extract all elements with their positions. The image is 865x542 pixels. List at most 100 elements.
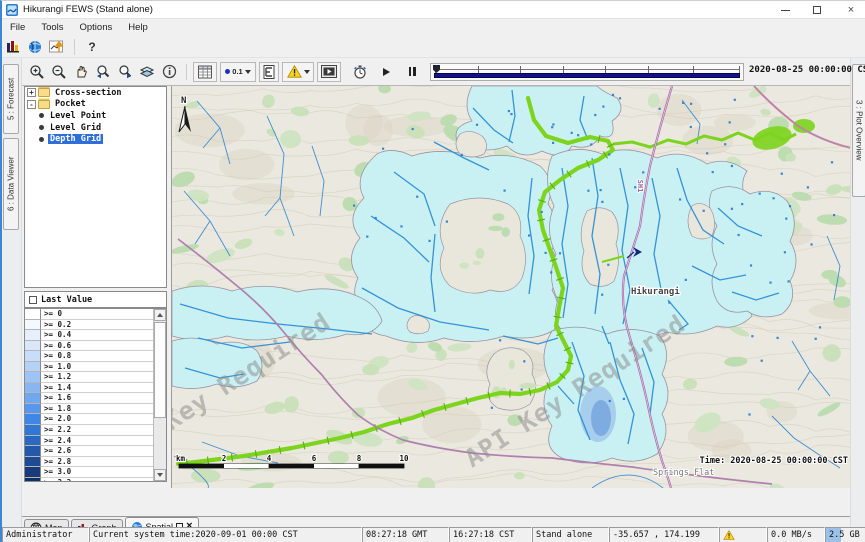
legend-row[interactable]: >= 1.4 [25, 383, 153, 394]
scale-bar-button[interactable] [259, 62, 279, 82]
tree-item[interactable]: + Cross-section [25, 87, 166, 99]
legend-row[interactable]: >= 0.4 [25, 330, 153, 341]
svg-text:10: 10 [399, 454, 409, 463]
layers-icon[interactable] [136, 62, 158, 82]
tab-plot-overview[interactable]: 3 : Plot Overview [852, 64, 865, 197]
close-button[interactable]: × [838, 1, 864, 19]
minimize-button[interactable] [772, 1, 798, 19]
status-warning-cell [719, 527, 767, 542]
legend-swatch [25, 309, 41, 320]
node-bullet-icon [39, 125, 44, 130]
status-local-time: 16:27:18 CST [449, 527, 532, 542]
legend-row[interactable]: >= 0.6 [25, 341, 153, 352]
legend-row[interactable]: >= 0.8 [25, 351, 153, 362]
scroll-up-icon[interactable] [154, 309, 166, 321]
legend-swatch [25, 414, 41, 425]
info-icon[interactable] [158, 62, 180, 82]
globe-icon[interactable] [24, 37, 46, 57]
tree-item[interactable]: Level Point [25, 110, 166, 122]
tree-item[interactable]: - Pocket [25, 99, 166, 111]
play-button[interactable] [375, 62, 397, 82]
legend-row[interactable]: >= 2.8 [25, 457, 153, 468]
legend-row[interactable]: >= 1.2 [25, 372, 153, 383]
legend-row[interactable]: >= 3.2 [25, 478, 153, 482]
warning-dropdown[interactable] [282, 62, 314, 82]
legend-swatch [25, 425, 41, 436]
tree-item-label[interactable]: Level Grid [48, 123, 103, 133]
legend-row[interactable]: >= 1.0 [25, 362, 153, 373]
legend-swatch [25, 330, 41, 341]
tab-forecast[interactable]: 5 : Forecast [3, 64, 19, 134]
zoom-previous-icon[interactable] [92, 62, 114, 82]
tree-item-label[interactable]: Level Point [48, 111, 108, 121]
collapse-icon[interactable]: - [27, 100, 36, 109]
zoom-next-icon[interactable] [114, 62, 136, 82]
expand-icon[interactable]: + [27, 88, 36, 97]
legend-row[interactable]: >= 2.6 [25, 446, 153, 457]
legend-swatch [25, 457, 41, 468]
legend-scrollbar[interactable] [153, 309, 166, 481]
scrollbar-thumb[interactable] [154, 322, 166, 418]
left-tab-strip: 5 : Forecast 6 : Data Viewer [2, 58, 22, 527]
toolbar-separator [74, 39, 75, 55]
svg-text:2: 2 [222, 454, 227, 463]
legend-label: >= 1.6 [41, 393, 153, 404]
legend-row[interactable]: >= 2.0 [25, 414, 153, 425]
warning-icon[interactable] [723, 530, 735, 540]
last-value-checkbox[interactable] [29, 296, 37, 304]
legend-row[interactable]: >= 2.2 [25, 425, 153, 436]
legend-label: >= 0 [41, 309, 153, 320]
status-memory: 2.5 GB [825, 527, 865, 542]
svg-text:6: 6 [312, 454, 317, 463]
grid-display-button[interactable] [193, 62, 217, 82]
folder-icon [38, 100, 50, 109]
precision-dropdown[interactable]: 0.1 [220, 62, 256, 82]
window-title: Hikurangi FEWS (Stand alone) [23, 4, 153, 15]
menu-file[interactable]: File [2, 22, 33, 33]
status-user: Administrator [2, 527, 89, 542]
time-slider[interactable] [430, 63, 744, 81]
zoom-out-icon[interactable] [48, 62, 70, 82]
tree-item[interactable]: Depth Grid [25, 133, 166, 145]
menu-bar: File Tools Options Help [2, 19, 865, 36]
tree-item-label[interactable]: Depth Grid [48, 134, 103, 144]
legend-swatch [25, 436, 41, 447]
menu-help[interactable]: Help [120, 22, 156, 33]
legend-swatch [25, 341, 41, 352]
timer-icon[interactable] [349, 62, 371, 82]
legend-label: >= 2.6 [41, 446, 153, 457]
scroll-down-icon[interactable] [154, 469, 166, 481]
legend-row[interactable]: >= 0.2 [25, 320, 153, 331]
database-icon[interactable] [2, 37, 24, 57]
legend-row[interactable]: >= 3.0 [25, 467, 153, 478]
map-canvas[interactable]: API Key Required API Key Required Hikura… [172, 86, 850, 488]
legend-label: >= 1.8 [41, 404, 153, 415]
time-slider-track [435, 69, 739, 70]
help-button[interactable]: ? [81, 37, 103, 57]
svg-text:8: 8 [357, 454, 362, 463]
status-system-time: Current system time:2020-09-01 00:00 CST [89, 527, 362, 542]
legend-row[interactable]: >= 1.6 [25, 393, 153, 404]
menu-tools[interactable]: Tools [33, 22, 71, 33]
timeseries-display-icon[interactable] [46, 37, 68, 57]
tree-item-label[interactable]: Cross-section [53, 88, 124, 98]
center-column: 0.1 [22, 58, 850, 527]
tree-item-label[interactable]: Pocket [53, 99, 88, 109]
zoom-in-icon[interactable] [26, 62, 48, 82]
menu-options[interactable]: Options [72, 22, 121, 33]
pause-button[interactable] [401, 62, 423, 82]
status-download-rate: 0.0 MB/s [767, 527, 825, 542]
svg-text:4: 4 [267, 454, 272, 463]
animation-button[interactable] [317, 62, 341, 82]
status-coordinates: -35.657 , 174.199 [609, 527, 719, 542]
map-view[interactable]: API Key Required API Key Required Hikura… [171, 86, 850, 488]
legend-row[interactable]: >= 2.4 [25, 436, 153, 447]
chevron-down-icon [304, 70, 310, 74]
pan-icon[interactable] [70, 62, 92, 82]
tab-data-viewer[interactable]: 6 : Data Viewer [3, 138, 19, 230]
tree-item[interactable]: Level Grid [25, 122, 166, 134]
legend-row[interactable]: >= 1.8 [25, 404, 153, 415]
map-time-label: Time: 2020-08-25 00:00:00 CST [700, 455, 848, 466]
legend-row[interactable]: >= 0 [25, 309, 153, 320]
maximize-button[interactable] [804, 1, 830, 19]
